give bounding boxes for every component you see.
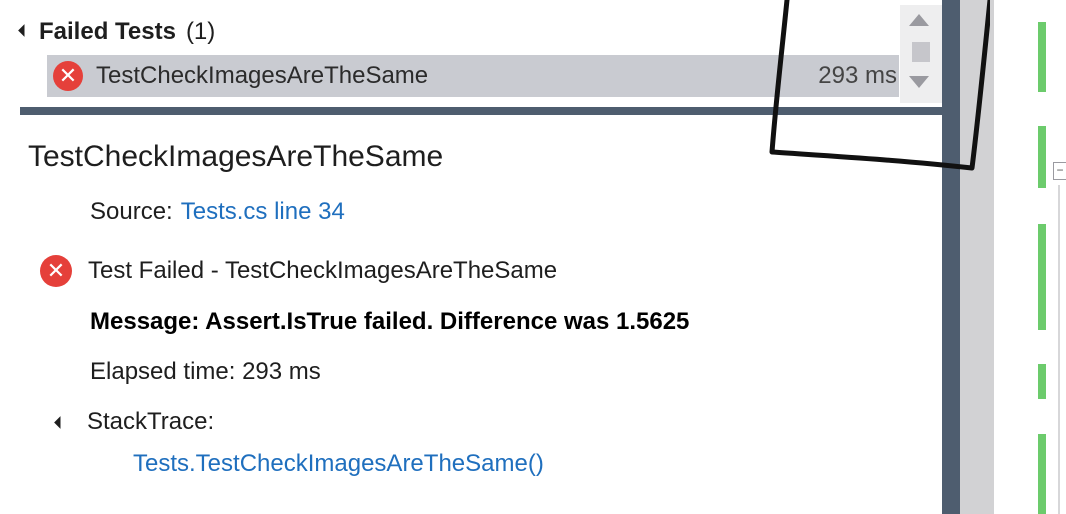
expand-triangle-icon[interactable] [18, 24, 31, 37]
outline-line [1058, 185, 1060, 514]
source-link[interactable]: Tests.cs line 34 [181, 198, 345, 225]
source-label: Source: [90, 198, 173, 225]
stacktrace-label: StackTrace: [87, 408, 215, 435]
error-message: Message: Assert.IsTrue failed. Differenc… [90, 308, 690, 335]
status-text: Test Failed - TestCheckImagesAreTheSame [88, 257, 558, 284]
failed-tests-group-header[interactable]: Failed Tests (1) [18, 14, 216, 50]
elapsed-time: Elapsed time: 293 ms [90, 358, 321, 385]
hand-drawn-annotation [769, 0, 990, 171]
change-marker [1038, 126, 1046, 188]
status-row: ✕ Test Failed - TestCheckImagesAreTheSam… [40, 255, 557, 287]
change-marker [1038, 224, 1046, 330]
expand-triangle-icon[interactable] [54, 415, 67, 429]
test-name: TestCheckImagesAreTheSame [96, 62, 429, 89]
editor-margin [994, 0, 1066, 514]
group-count: (1) [185, 18, 216, 45]
group-title: Failed Tests [39, 18, 176, 45]
change-marker [1038, 434, 1046, 514]
stacktrace-link[interactable]: Tests.TestCheckImagesAreTheSame() [133, 450, 544, 478]
error-icon: ✕ [53, 61, 83, 91]
stacktrace-header[interactable]: StackTrace: [54, 408, 215, 436]
change-marker [1038, 364, 1046, 399]
source-row: Source: Tests.cs line 34 [90, 198, 345, 226]
detail-title: TestCheckImagesAreTheSame [28, 140, 444, 173]
collapse-icon[interactable]: − [1053, 162, 1066, 180]
change-marker [1038, 22, 1046, 92]
error-icon: ✕ [40, 255, 72, 287]
